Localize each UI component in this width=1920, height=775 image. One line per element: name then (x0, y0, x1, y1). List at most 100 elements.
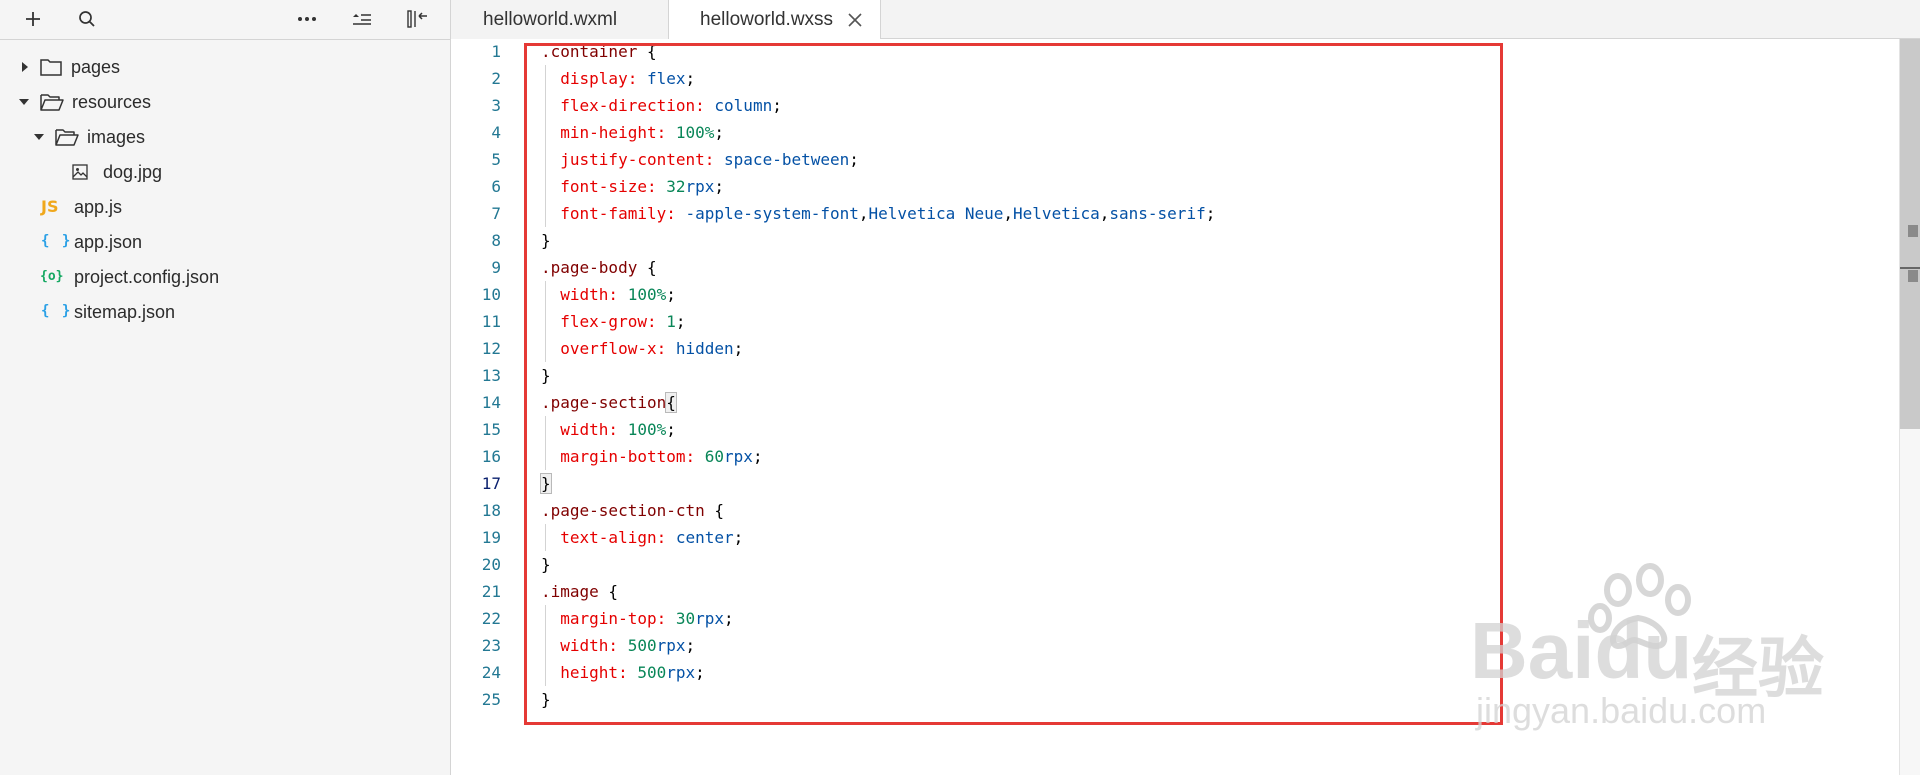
tab-helloworld-wxml[interactable]: helloworld.wxml (451, 0, 669, 39)
code-token: 500 (637, 663, 667, 682)
vertical-scrollbar[interactable] (1899, 39, 1920, 775)
code-line[interactable]: margin-bottom: 60rpx; (541, 443, 762, 470)
tree-item-dog-jpg[interactable]: dog.jpg (0, 155, 450, 190)
tree-item-app-js[interactable]: JS app.js (0, 190, 450, 225)
code-token: ; (733, 528, 744, 547)
code-line[interactable]: width: 500rpx; (541, 632, 695, 659)
overview-ruler-mark (1908, 225, 1918, 237)
code-line[interactable]: min-height: 100%; (541, 119, 724, 146)
code-line[interactable]: } (540, 470, 552, 497)
code-token: font-size: (560, 177, 657, 196)
code-token: ; (695, 663, 705, 682)
code-token: ; (685, 636, 696, 655)
code-line[interactable]: flex-grow: 1; (541, 308, 686, 335)
line-number: 10 (481, 285, 501, 304)
code-token: -apple-system-font (685, 204, 859, 223)
file-explorer: pages resources images dog.jpg JS app.js (0, 0, 451, 775)
code-line[interactable]: width: 100%; (541, 416, 676, 443)
line-number: 5 (491, 150, 501, 169)
toggle-panel-button[interactable] (404, 6, 432, 32)
code-token: rpx (666, 663, 696, 682)
code-token: rpx (656, 636, 686, 655)
code-token: Helvetica (1013, 204, 1100, 223)
js-file-icon: JS (41, 197, 59, 216)
code-line[interactable]: font-size: 32rpx; (541, 173, 724, 200)
code-token: 500 (627, 636, 657, 655)
line-number: 6 (491, 177, 501, 196)
line-number: 24 (481, 663, 501, 682)
collapse-all-button[interactable] (348, 6, 376, 32)
tree-item-resources[interactable]: resources (0, 85, 450, 120)
code-token: } (540, 473, 552, 494)
code-line[interactable]: flex-direction: column; (541, 92, 782, 119)
code-token: 100% (675, 123, 715, 142)
code-line[interactable]: display: flex; (541, 65, 695, 92)
code-line[interactable]: height: 500rpx; (541, 659, 705, 686)
tab-label: helloworld.wxss (700, 9, 834, 30)
code-line[interactable]: } (541, 551, 551, 578)
code-token: hidden (675, 339, 734, 358)
tree-item-app-json[interactable]: { } app.json (0, 225, 450, 260)
tree-item-pages[interactable]: pages (0, 50, 450, 85)
code-line[interactable]: .page-section-ctn { (541, 497, 724, 524)
code-token: { (637, 258, 657, 277)
line-number: 16 (481, 447, 501, 466)
file-tree: pages resources images dog.jpg JS app.js (0, 50, 450, 322)
line-number: 18 (481, 501, 501, 520)
tree-item-project-config-json[interactable]: {o} project.config.json (0, 260, 450, 295)
add-file-button[interactable] (19, 6, 47, 32)
code-token: height: (560, 663, 628, 682)
code-editor[interactable]: 1 2 3 4 5 6 7 8 9 10 11 12 13 14 15 16 17 18 19 20 21 22 23 24 2… (451, 39, 1920, 775)
code-token: overflow-x: (560, 339, 667, 358)
code-line[interactable]: text-align: center; (541, 524, 743, 551)
code-token: } (541, 690, 551, 709)
code-token: 1 (666, 312, 676, 331)
code-token: font-family: (560, 204, 676, 223)
code-line[interactable]: .page-body { (541, 254, 657, 281)
tree-item-sitemap-json[interactable]: { } sitemap.json (0, 295, 450, 330)
line-number: 25 (481, 690, 501, 709)
more-button[interactable] (293, 6, 321, 32)
tree-item-images[interactable]: images (0, 120, 450, 155)
code-token: .page-section-ctn (541, 501, 705, 520)
tab-label: helloworld.wxml (483, 8, 618, 30)
tab-helloworld-wxss[interactable]: helloworld.wxss (669, 0, 881, 40)
close-icon[interactable] (847, 12, 863, 28)
line-number: 19 (481, 528, 501, 547)
config-file-icon: {o} (40, 269, 64, 284)
line-number: 4 (491, 123, 501, 142)
code-line[interactable]: overflow-x: hidden; (541, 335, 743, 362)
code-line[interactable]: font-family: -apple-system-font,Helvetic… (541, 200, 1215, 227)
code-line[interactable]: } (541, 362, 551, 389)
code-token: flex-grow: (560, 312, 657, 331)
search-button[interactable] (73, 6, 101, 32)
code-token: ; (714, 177, 725, 196)
code-line[interactable]: width: 100%; (541, 281, 676, 308)
code-line[interactable]: .page-section{ (541, 389, 677, 416)
chevron-right-icon (22, 62, 28, 72)
folder-open-icon (40, 94, 64, 111)
code-token: ; (675, 312, 686, 331)
line-number: 14 (481, 393, 501, 412)
line-number: 11 (481, 312, 501, 331)
line-number: 22 (481, 609, 501, 628)
code-line[interactable]: } (541, 227, 551, 254)
explorer-toolbar (0, 0, 450, 40)
code-line[interactable]: justify-content: space-between; (541, 146, 859, 173)
code-line[interactable]: .container { (541, 38, 657, 65)
folder-open-icon (55, 129, 79, 146)
code-line[interactable]: } (541, 686, 551, 713)
code-token: ; (685, 69, 696, 88)
code-line[interactable]: .image { (541, 578, 618, 605)
tree-item-label: sitemap.json (74, 302, 176, 322)
code-line[interactable]: margin-top: 30rpx; (541, 605, 733, 632)
code-token: justify-content: (560, 150, 715, 169)
code-token: margin-top: (560, 609, 667, 628)
